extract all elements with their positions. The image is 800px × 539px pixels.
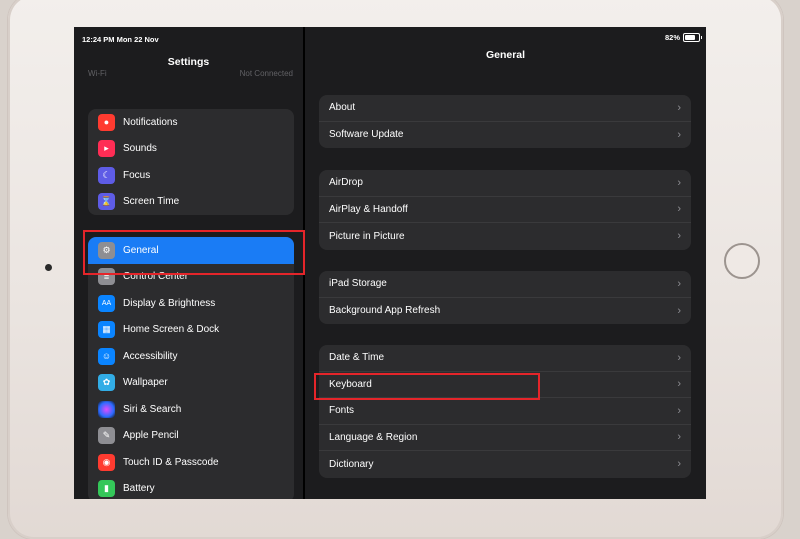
sidebar-item-screen-time[interactable]: ⌛ Screen Time bbox=[88, 189, 294, 216]
flower-icon: ✿ bbox=[98, 374, 115, 392]
sidebar-item-label: Home Screen & Dock bbox=[123, 324, 220, 336]
row-ipad-storage[interactable]: iPad Storage › bbox=[319, 271, 691, 298]
chevron-right-icon: › bbox=[677, 277, 681, 290]
front-camera bbox=[45, 264, 52, 271]
general-group-storage: iPad Storage › Background App Refresh › bbox=[319, 271, 691, 324]
wifi-label: Wi-Fi bbox=[88, 69, 107, 78]
row-airplay-handoff[interactable]: AirPlay & Handoff › bbox=[319, 197, 691, 223]
row-label: About bbox=[329, 102, 356, 114]
row-label: Background App Refresh bbox=[329, 305, 441, 317]
sidebar-item-label: Sounds bbox=[123, 143, 157, 155]
row-fonts[interactable]: Fonts › bbox=[319, 398, 691, 425]
chevron-right-icon: › bbox=[677, 101, 681, 114]
hourglass-icon: ⌛ bbox=[98, 193, 115, 211]
row-label: Picture in Picture bbox=[329, 230, 405, 242]
sidebar-item-wallpaper[interactable]: ✿ Wallpaper bbox=[88, 370, 294, 397]
grid-icon: ▦ bbox=[98, 321, 115, 339]
sidebar-item-label: Battery bbox=[123, 483, 155, 495]
fingerprint-icon: ◉ bbox=[98, 453, 115, 471]
sidebar-item-wifi[interactable]: Wi-Fi Not Connected bbox=[88, 69, 293, 81]
battery-icon: ▮ bbox=[98, 480, 115, 498]
moon-icon: ☾ bbox=[98, 166, 115, 184]
accessibility-icon: ☺ bbox=[98, 347, 115, 365]
sidebar-title: Settings bbox=[167, 56, 210, 68]
sidebar-item-label: Touch ID & Passcode bbox=[123, 456, 219, 468]
sidebar-item-label: Focus bbox=[123, 169, 151, 181]
chevron-right-icon: › bbox=[677, 304, 681, 317]
chevron-right-icon: › bbox=[677, 230, 681, 243]
chevron-right-icon: › bbox=[677, 176, 681, 189]
sidebar-item-apple-pencil[interactable]: ✎ Apple Pencil bbox=[88, 423, 294, 450]
sidebar-item-notifications[interactable]: ● Notifications bbox=[88, 109, 294, 136]
sidebar-group-notifications: ● Notifications ▸ Sounds ☾ Focus ⌛ Scree… bbox=[88, 109, 294, 215]
row-date-time[interactable]: Date & Time › bbox=[319, 345, 691, 372]
general-group-about: About › Software Update › bbox=[319, 95, 691, 148]
sidebar-item-focus[interactable]: ☾ Focus bbox=[88, 162, 294, 189]
row-language-region[interactable]: Language & Region › bbox=[319, 425, 691, 451]
pencil-icon: ✎ bbox=[98, 427, 115, 445]
siri-icon bbox=[98, 400, 115, 418]
speaker-icon: ▸ bbox=[98, 140, 115, 158]
chevron-right-icon: › bbox=[677, 431, 681, 444]
sidebar-item-display-brightness[interactable]: AA Display & Brightness bbox=[88, 290, 294, 317]
chevron-right-icon: › bbox=[677, 458, 681, 471]
row-label: Fonts bbox=[329, 405, 355, 417]
home-button[interactable] bbox=[724, 243, 760, 279]
general-group-date: Date & Time › Keyboard › Fonts › Languag… bbox=[319, 345, 691, 478]
row-airdrop[interactable]: AirDrop › bbox=[319, 170, 691, 197]
row-picture-in-picture[interactable]: Picture in Picture › bbox=[319, 223, 691, 250]
row-about[interactable]: About › bbox=[319, 95, 691, 122]
status-battery: 82% bbox=[664, 33, 702, 42]
sidebar-item-label: Display & Brightness bbox=[123, 297, 216, 309]
aa-icon: AA bbox=[98, 294, 115, 312]
row-label: iPad Storage bbox=[329, 278, 387, 290]
page-title: General bbox=[485, 49, 526, 61]
row-software-update[interactable]: Software Update › bbox=[319, 122, 691, 149]
general-pane: General About › Software Update › AirDro… bbox=[305, 27, 706, 499]
wifi-value: Not Connected bbox=[239, 69, 293, 78]
status-time: 12:24 PM Mon 22 Nov bbox=[82, 35, 159, 44]
chevron-right-icon: › bbox=[677, 378, 681, 391]
sidebar-item-accessibility[interactable]: ☺ Accessibility bbox=[88, 343, 294, 370]
row-label: Language & Region bbox=[329, 431, 418, 443]
battery-percent: 82% bbox=[664, 33, 680, 42]
row-background-app-refresh[interactable]: Background App Refresh › bbox=[319, 298, 691, 325]
sidebar-item-label: Accessibility bbox=[123, 350, 178, 362]
sidebar-item-label: Apple Pencil bbox=[123, 430, 179, 442]
sidebar-item-label: Screen Time bbox=[123, 196, 180, 208]
sidebar-item-siri-search[interactable]: Siri & Search bbox=[88, 396, 294, 423]
status-battery-icon bbox=[683, 33, 702, 42]
row-label: AirPlay & Handoff bbox=[329, 203, 408, 215]
general-group-airdrop: AirDrop › AirPlay & Handoff › Picture in… bbox=[319, 170, 691, 250]
chevron-right-icon: › bbox=[677, 351, 681, 364]
chevron-right-icon: › bbox=[677, 203, 681, 216]
sidebar-group-general: ⚙ General ≡ Control Center AA Display & … bbox=[88, 237, 294, 499]
ipad-frame: Settings Wi-Fi Not Connected ● Notificat… bbox=[8, 0, 783, 539]
sidebar-item-battery[interactable]: ▮ Battery bbox=[88, 476, 294, 500]
row-label: Software Update bbox=[329, 129, 404, 141]
row-label: Date & Time bbox=[329, 352, 385, 364]
row-label: AirDrop bbox=[329, 177, 363, 189]
sidebar-item-sounds[interactable]: ▸ Sounds bbox=[88, 136, 294, 163]
row-dictionary[interactable]: Dictionary › bbox=[319, 451, 691, 478]
row-label: Dictionary bbox=[329, 458, 374, 470]
sidebar-item-touch-id-passcode[interactable]: ◉ Touch ID & Passcode bbox=[88, 449, 294, 476]
sidebar-item-label: Notifications bbox=[123, 116, 178, 128]
sidebar-item-label: Siri & Search bbox=[123, 403, 182, 415]
sidebar-item-label: Wallpaper bbox=[123, 377, 168, 389]
sidebar-item-home-screen-dock[interactable]: ▦ Home Screen & Dock bbox=[88, 317, 294, 344]
general-highlight-box bbox=[83, 230, 305, 275]
bell-icon: ● bbox=[98, 113, 115, 131]
keyboard-highlight-box bbox=[314, 373, 540, 400]
chevron-right-icon: › bbox=[677, 404, 681, 417]
chevron-right-icon: › bbox=[677, 128, 681, 141]
